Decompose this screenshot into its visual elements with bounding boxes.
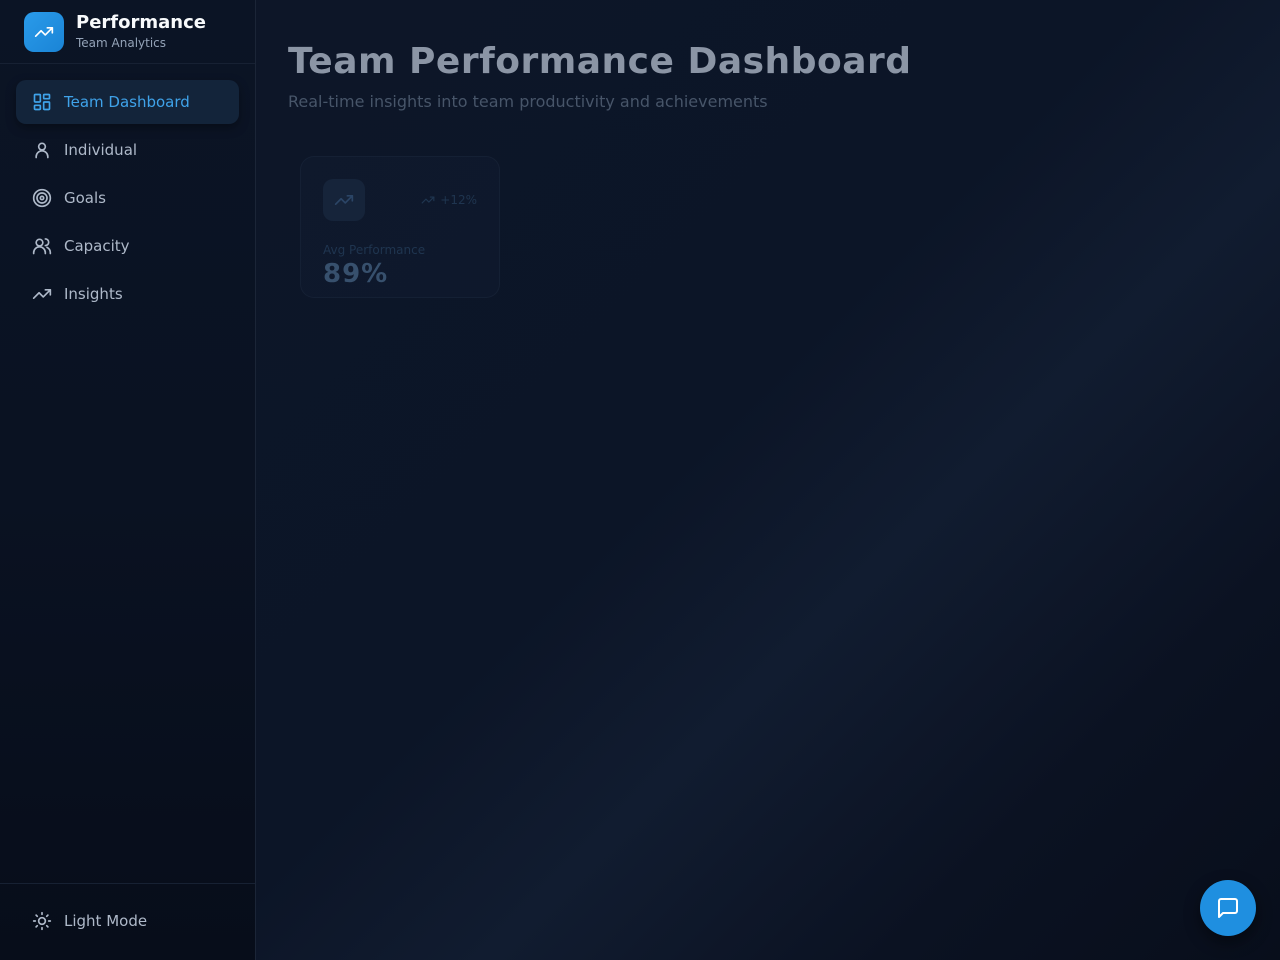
sidebar-item-individual[interactable]: Individual xyxy=(16,128,239,172)
trending-up-icon xyxy=(32,284,52,304)
trending-up-icon xyxy=(24,11,64,52)
chat-button[interactable] xyxy=(1200,880,1256,936)
sidebar: Performance Team Analytics Team Dashboar… xyxy=(0,0,256,960)
target-icon xyxy=(32,188,52,208)
brand-subtitle: Team Analytics xyxy=(76,36,167,50)
message-square-icon xyxy=(1216,896,1240,920)
sidebar-item-goals[interactable]: Goals xyxy=(16,176,239,220)
app-root: Performance Team Analytics Team Dashboar… xyxy=(0,0,1280,960)
stat-value: 89% xyxy=(323,259,389,289)
sidebar-item-label: Goals xyxy=(64,189,106,207)
layout-grid-icon xyxy=(32,92,52,112)
trending-up-icon xyxy=(323,179,365,221)
sun-icon xyxy=(32,911,52,931)
trending-up-icon xyxy=(421,193,435,207)
sidebar-item-team-dashboard[interactable]: Team Dashboard xyxy=(16,80,239,124)
user-icon xyxy=(32,140,52,160)
sidebar-footer: Light Mode xyxy=(0,883,255,960)
stat-trend-value: +12% xyxy=(440,193,477,207)
theme-toggle-label: Light Mode xyxy=(64,912,148,930)
stat-trend-badge: +12% xyxy=(421,193,477,207)
sidebar-item-capacity[interactable]: Capacity xyxy=(16,224,239,268)
brand-header: Performance Team Analytics xyxy=(0,0,255,64)
sidebar-item-insights[interactable]: Insights xyxy=(16,272,239,316)
sidebar-item-label: Individual xyxy=(64,141,138,159)
theme-toggle-button[interactable]: Light Mode xyxy=(16,899,239,943)
page-subtitle: Real-time insights into team productivit… xyxy=(288,92,768,111)
sidebar-nav: Team Dashboard Individual Goals Capacity… xyxy=(0,64,255,336)
users-icon xyxy=(32,236,52,256)
sidebar-item-label: Team Dashboard xyxy=(64,93,190,111)
brand-title: Performance xyxy=(76,12,206,33)
sidebar-item-label: Insights xyxy=(64,285,123,303)
sidebar-item-label: Capacity xyxy=(64,237,130,255)
stat-label: Avg Performance xyxy=(323,243,426,257)
stat-card-avg-performance: +12% Avg Performance 89% xyxy=(300,156,500,298)
page-title: Team Performance Dashboard xyxy=(288,41,912,82)
main-content: Team Performance Dashboard Real-time ins… xyxy=(256,0,1280,960)
